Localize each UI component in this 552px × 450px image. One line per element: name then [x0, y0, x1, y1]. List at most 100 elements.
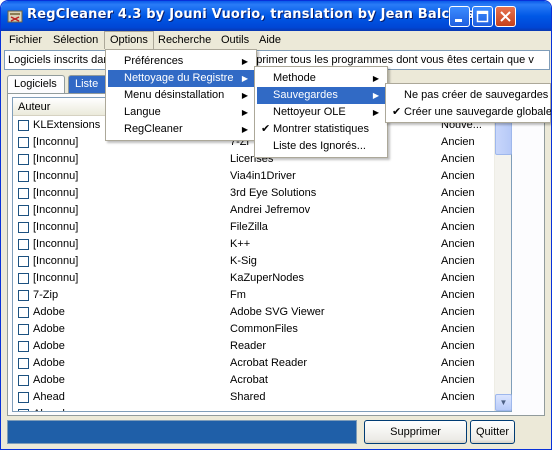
submenu-arrow-icon: ▶	[372, 91, 379, 100]
row-checkbox[interactable]	[18, 341, 29, 352]
row-checkbox[interactable]	[18, 205, 29, 216]
menu-item-ole-cleaner[interactable]: Nettoyeur OLE ▶	[257, 104, 385, 121]
menu-item-no-backups[interactable]: Ne pas créer de sauvegardes	[388, 87, 548, 104]
checkmark-icon: ✔	[261, 123, 271, 135]
cell-name: Fm	[230, 289, 246, 301]
menu-item-regcleaner[interactable]: RegCleaner ▶	[108, 121, 254, 138]
app-window: RegCleaner 4.3 by Jouni Vuorio, translat…	[0, 0, 552, 450]
cell-author: [Inconnu]	[33, 153, 79, 165]
menu-item-uninstall-menu[interactable]: Menu désinstallation ▶	[108, 87, 254, 104]
cell-status: Ancien	[441, 357, 475, 369]
submenu-arrow-icon: ▶	[241, 91, 248, 100]
cell-name: Adobe SVG Viewer	[230, 306, 325, 318]
menu-recherche[interactable]: Recherche	[153, 31, 216, 49]
cell-name: Acrobat	[230, 374, 268, 386]
cell-name	[230, 406, 435, 411]
tab-liste[interactable]: Liste	[68, 75, 108, 93]
cell-author: [Inconnu]	[33, 204, 79, 216]
menu-item-label: Langue	[124, 106, 161, 118]
row-checkbox[interactable]	[18, 256, 29, 267]
menu-options[interactable]: Options	[104, 31, 154, 49]
menu-item-ignore-list[interactable]: Liste des Ignorés...	[257, 138, 385, 155]
table-row[interactable]: [Inconnu] K++ Ancien	[13, 236, 495, 253]
table-row[interactable]: Ahead	[13, 406, 495, 411]
maximize-icon	[476, 10, 489, 23]
table-row[interactable]: [Inconnu] Via4in1Driver Ancien	[13, 168, 495, 185]
table-row[interactable]: [Inconnu] K-Sig Ancien	[13, 253, 495, 270]
cell-name: K-Sig	[230, 255, 257, 267]
table-row[interactable]: Adobe Acrobat Ancien	[13, 372, 495, 389]
cell-author: [Inconnu]	[33, 238, 79, 250]
table-row[interactable]: [Inconnu] 3rd Eye Solutions Ancien	[13, 185, 495, 202]
cell-status: Ancien	[441, 255, 475, 267]
minimize-button[interactable]	[449, 6, 470, 27]
table-row[interactable]: 7-Zip Fm Ancien	[13, 287, 495, 304]
row-checkbox[interactable]	[18, 273, 29, 284]
menu-item-label: Sauvegardes	[273, 89, 338, 101]
row-checkbox[interactable]	[18, 222, 29, 233]
table-row[interactable]: Adobe Adobe SVG Viewer Ancien	[13, 304, 495, 321]
row-checkbox[interactable]	[18, 120, 29, 131]
menu-item-label: RegCleaner	[124, 123, 183, 135]
menu-aide[interactable]: Aide	[254, 31, 286, 49]
menu-fichier[interactable]: Fichier	[4, 31, 47, 49]
menu-item-label: Créer une sauvegarde globale	[404, 106, 552, 118]
cell-author: Adobe	[33, 374, 65, 386]
delete-selections-button[interactable]: Supprimer sélections	[364, 420, 467, 449]
table-row[interactable]: [Inconnu] KaZuperNodes Ancien	[13, 270, 495, 287]
menu-outils[interactable]: Outils	[216, 31, 254, 49]
menu-item-preferences[interactable]: Préférences ▶	[108, 53, 254, 70]
cell-status: Ancien	[441, 221, 475, 233]
table-row[interactable]: Adobe Reader Ancien	[13, 338, 495, 355]
menu-item-backups[interactable]: Sauvegardes ▶	[257, 87, 385, 104]
menu-item-registry-cleaning[interactable]: Nettoyage du Registre ▶	[108, 70, 254, 87]
cell-status: Ancien	[441, 289, 475, 301]
arrow-down-icon: ▼	[499, 398, 508, 407]
checkmark-icon: ✔	[392, 106, 402, 118]
minimize-icon	[455, 19, 462, 22]
cell-author: [Inconnu]	[33, 170, 79, 182]
table-row[interactable]: [Inconnu] Andrei Jefremov Ancien	[13, 202, 495, 219]
options-menu: Préférences ▶ Nettoyage du Registre ▶ Me…	[105, 49, 257, 141]
row-checkbox[interactable]	[18, 358, 29, 369]
submenu-arrow-icon: ▶	[372, 108, 379, 117]
row-checkbox[interactable]	[18, 324, 29, 335]
cell-name: FileZilla	[230, 221, 268, 233]
cell-name: Acrobat Reader	[230, 357, 308, 369]
vertical-scrollbar[interactable]: ▲ ▼	[494, 99, 512, 411]
row-checkbox[interactable]	[18, 154, 29, 165]
menu-item-show-statistics[interactable]: ✔ Montrer statistiques	[257, 121, 385, 138]
cell-author: [Inconnu]	[33, 255, 79, 267]
cell-status: Ancien	[441, 153, 475, 165]
menu-item-global-backup[interactable]: ✔ Créer une sauvegarde globale	[388, 104, 551, 121]
scroll-down-button[interactable]: ▼	[495, 394, 512, 411]
cell-status	[441, 406, 495, 411]
menu-item-label: Nettoyeur OLE	[273, 106, 346, 118]
submenu-arrow-icon: ▶	[241, 125, 248, 134]
menu-selection[interactable]: Sélection	[48, 31, 103, 49]
row-checkbox[interactable]	[18, 290, 29, 301]
table-row[interactable]: Adobe CommonFiles Ancien	[13, 321, 495, 338]
row-checkbox[interactable]	[18, 239, 29, 250]
cell-author: Adobe	[33, 323, 65, 335]
row-checkbox[interactable]	[18, 188, 29, 199]
cell-status: Ancien	[441, 391, 475, 403]
close-button[interactable]	[495, 6, 516, 27]
table-row[interactable]: [Inconnu] FileZilla Ancien	[13, 219, 495, 236]
title-bar[interactable]: RegCleaner 4.3 by Jouni Vuorio, translat…	[1, 1, 551, 31]
row-checkbox[interactable]	[18, 409, 29, 411]
tab-logiciels[interactable]: Logiciels	[7, 75, 65, 93]
maximize-button[interactable]	[472, 6, 493, 27]
cell-name: KaZuperNodes	[230, 272, 304, 284]
row-checkbox[interactable]	[18, 307, 29, 318]
table-row[interactable]: Ahead Shared Ancien	[13, 389, 495, 406]
row-checkbox[interactable]	[18, 137, 29, 148]
row-checkbox[interactable]	[18, 171, 29, 182]
quit-button[interactable]: Quitter	[470, 420, 515, 444]
row-checkbox[interactable]	[18, 392, 29, 403]
cell-name: Shared	[230, 391, 266, 403]
menu-item-language[interactable]: Langue ▶	[108, 104, 254, 121]
table-row[interactable]: Adobe Acrobat Reader Ancien	[13, 355, 495, 372]
row-checkbox[interactable]	[18, 375, 29, 386]
menu-item-method[interactable]: Methode ▶	[257, 70, 385, 87]
